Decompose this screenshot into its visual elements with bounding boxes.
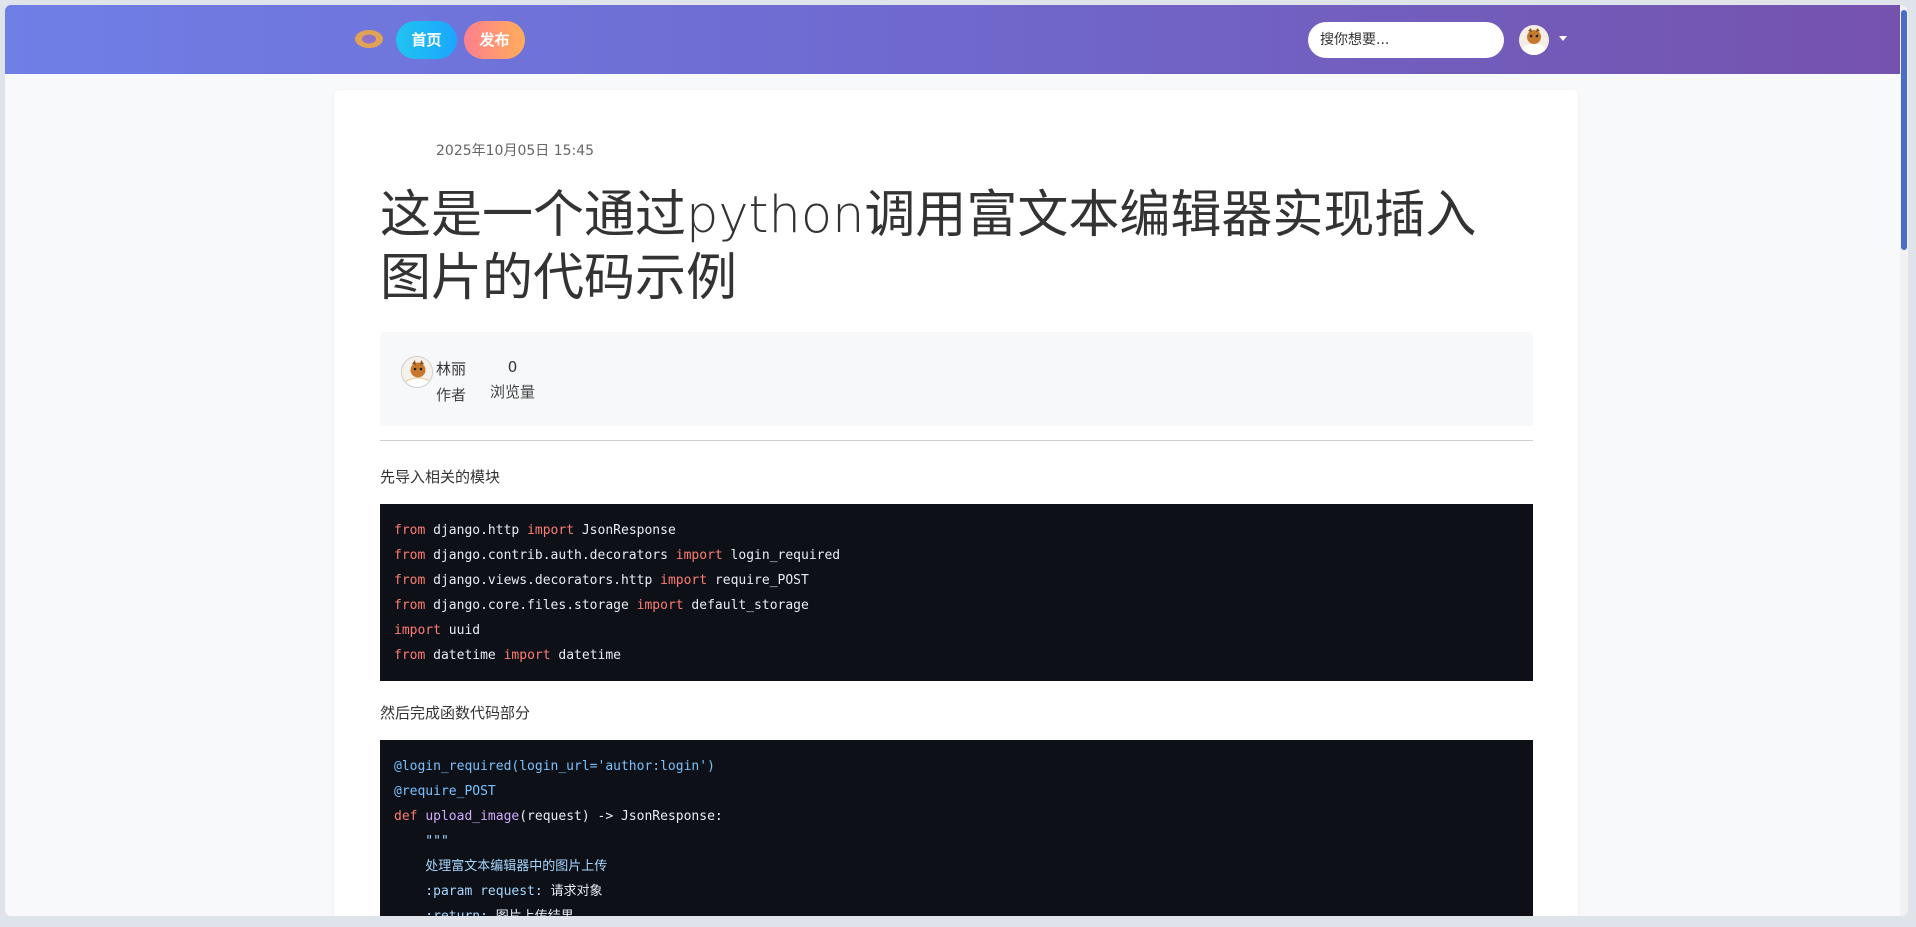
code-token: django.views.decorators.http <box>425 573 661 588</box>
code-token: 图片上传结果 <box>488 909 574 916</box>
code-token: django.contrib.auth.decorators <box>425 548 676 563</box>
code-line: """ <box>394 829 1519 854</box>
code-token: from <box>394 648 426 663</box>
top-navbar: 首页 发布 <box>5 5 1908 74</box>
author-label: 作者 <box>436 386 467 404</box>
code-token: require_POST <box>707 573 809 588</box>
code-token: """ <box>394 834 449 849</box>
code-token: import <box>636 598 684 613</box>
author-avatar[interactable] <box>401 356 433 388</box>
code-line: @require_POST <box>394 779 1519 804</box>
code-block-imports: from django.http import JsonResponse from… <box>380 504 1533 681</box>
author-name[interactable]: 林丽 <box>436 360 466 378</box>
code-token: 请求对象 <box>542 884 603 899</box>
browser-window: 首页 发布 2025年10月05日 15:45 这是一个通过python调用富文… <box>5 5 1908 916</box>
divider <box>380 440 1533 441</box>
code-line: from django.contrib.auth.decorators impo… <box>394 543 1519 568</box>
code-token: from <box>394 548 426 563</box>
code-line: from django.core.files.storage import de… <box>394 593 1519 618</box>
code-token: default_storage <box>683 598 809 613</box>
code-line: def upload_image(request) -> JsonRespons… <box>394 804 1519 829</box>
code-token: import <box>394 623 441 638</box>
scrollbar[interactable] <box>1900 5 1908 916</box>
user-avatar[interactable] <box>1519 25 1549 55</box>
code-token: :param request: <box>394 884 543 899</box>
code-token: @require_POST <box>394 784 496 799</box>
code-line: from django.http import JsonResponse <box>394 518 1519 543</box>
code-line: :return: 图片上传结果 <box>394 904 1519 916</box>
code-token: def <box>394 809 418 824</box>
user-menu-caret-icon[interactable] <box>1559 36 1567 41</box>
article-card: 2025年10月05日 15:45 这是一个通过python调用富文本编辑器实现… <box>334 90 1578 916</box>
code-token: import <box>660 573 708 588</box>
nav-publish-button[interactable]: 发布 <box>464 21 525 59</box>
code-token: from <box>394 573 426 588</box>
search-input[interactable] <box>1308 22 1504 58</box>
code-line: :param request: 请求对象 <box>394 879 1519 904</box>
paragraph-imports: 先导入相关的模块 <box>380 468 501 486</box>
scrollbar-thumb[interactable] <box>1901 10 1907 250</box>
code-line: @login_required(login_url='author:login'… <box>394 754 1519 779</box>
code-token: 处理富文本编辑器中的图片上传 <box>394 859 608 874</box>
logo-icon[interactable] <box>353 27 385 51</box>
code-token: login_required <box>722 548 841 563</box>
nav-home-button[interactable]: 首页 <box>396 21 457 59</box>
code-token: from <box>394 523 426 538</box>
views-count: 0 <box>507 358 518 376</box>
code-token: datetime <box>550 648 622 663</box>
code-token: uuid <box>440 623 481 638</box>
article-date: 2025年10月05日 15:45 <box>436 143 595 159</box>
code-token: import <box>503 648 551 663</box>
code-token: (request) -> JsonResponse: <box>519 809 723 824</box>
code-token: JsonResponse <box>574 523 676 538</box>
paragraph-function: 然后完成函数代码部分 <box>380 704 531 722</box>
article-title: 这是一个通过python调用富文本编辑器实现插入图片的代码示例 <box>380 186 1477 308</box>
code-line: import uuid <box>394 618 1519 643</box>
views-label: 浏览量 <box>490 383 536 401</box>
author-info: 林丽 作者 <box>436 358 466 405</box>
code-token: django.core.files.storage <box>425 598 637 613</box>
code-token: upload_image <box>425 809 520 824</box>
code-token: django.http <box>425 523 528 538</box>
code-token: from <box>394 598 426 613</box>
code-block-function: @login_required(login_url='author:login'… <box>380 740 1533 916</box>
article-meta-panel: 林丽 作者 0 浏览量 <box>380 332 1533 426</box>
code-token: @login_required(login_url='author:login'… <box>394 759 715 774</box>
code-line: from django.views.decorators.http import… <box>394 568 1519 593</box>
code-token: datetime <box>425 648 504 663</box>
code-token: import <box>527 523 575 538</box>
code-line: 处理富文本编辑器中的图片上传 <box>394 854 1519 879</box>
code-line: from datetime import datetime <box>394 643 1519 668</box>
code-token: import <box>675 548 723 563</box>
views-info: 0 浏览量 <box>490 358 535 402</box>
code-token: :return: <box>394 909 488 916</box>
